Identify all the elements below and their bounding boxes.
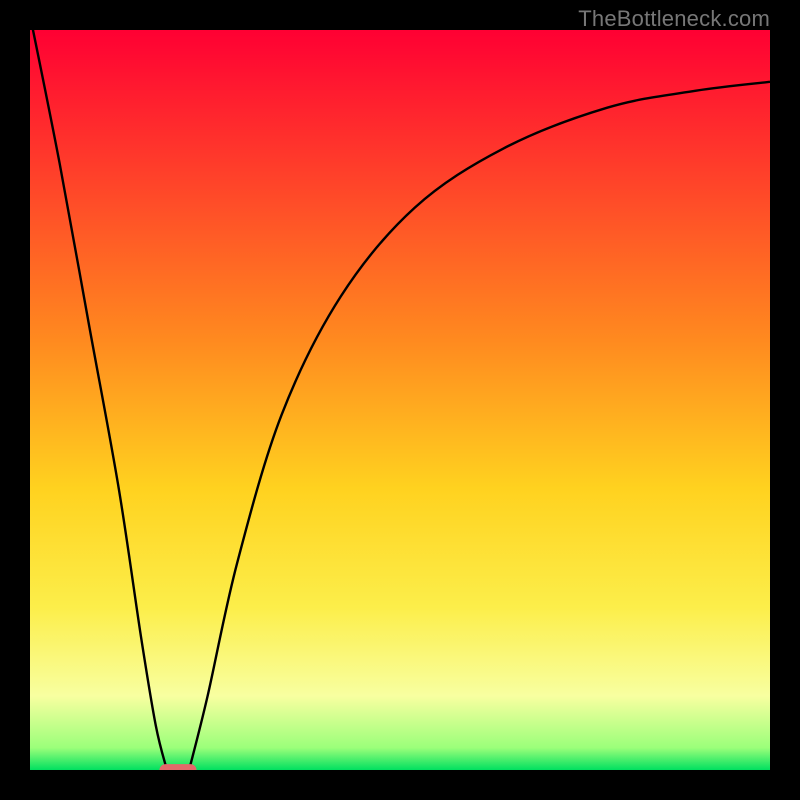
chart-svg (30, 30, 770, 770)
chart-container: TheBottleneck.com (0, 0, 800, 800)
plot-area (30, 30, 770, 770)
min-marker (160, 764, 197, 770)
watermark-text: TheBottleneck.com (578, 6, 770, 32)
gradient-background (30, 30, 770, 770)
